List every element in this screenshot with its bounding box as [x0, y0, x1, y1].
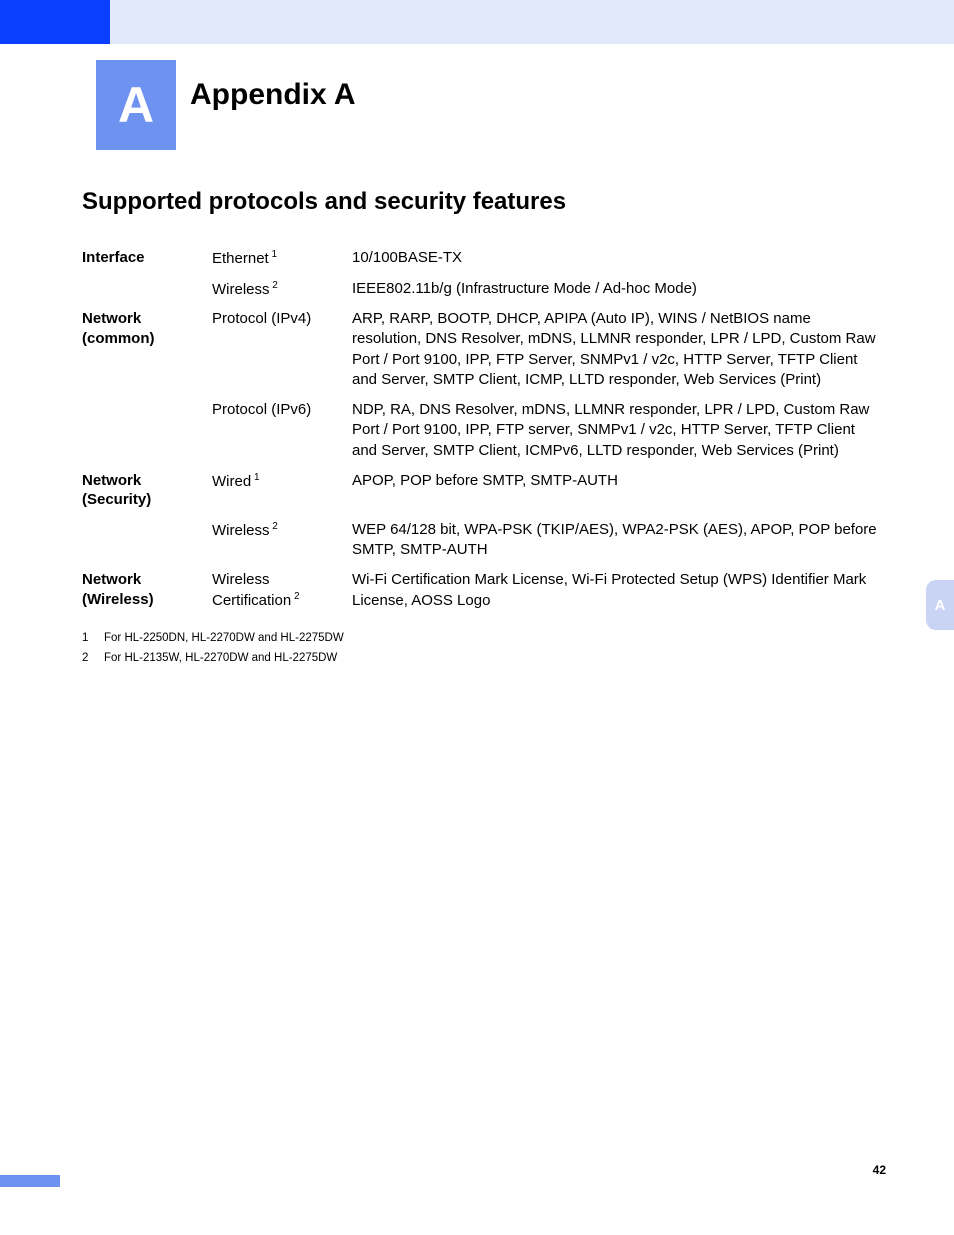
appendix-title: Appendix A — [190, 78, 356, 112]
row-label-sup: 1 — [269, 249, 277, 260]
row-label-text: Ethernet — [212, 250, 269, 267]
appendix-letter: A — [118, 76, 154, 134]
row-label-sup: 2 — [270, 521, 278, 532]
side-tab-letter: A — [935, 597, 946, 614]
table-row: Network (Security)Wired 1APOP, POP befor… — [82, 471, 882, 510]
row-label: Wireless Certification 2 — [212, 570, 352, 610]
table-row: Wireless 2WEP 64/128 bit, WPA-PSK (TKIP/… — [82, 520, 882, 561]
table-row: Protocol (IPv6) NDP, RA, DNS Resolver, mD… — [82, 400, 882, 461]
row-label-text: Wired — [212, 473, 251, 490]
row-label-text: Wireless — [212, 522, 270, 539]
footnote-text: For HL-2135W, HL-2270DW and HL-2275DW — [104, 649, 337, 667]
row-label: Protocol (IPv6) — [212, 400, 352, 420]
row-group: Network (Wireless) — [82, 570, 212, 609]
page-number: 42 — [873, 1163, 886, 1177]
row-value: ARP, RARP, BOOTP, DHCP, APIPA (Auto IP),… — [352, 309, 882, 390]
footnote-num: 2 — [82, 649, 92, 667]
footnote-text: For HL-2250DN, HL-2270DW and HL-2275DW — [104, 629, 344, 647]
footnotes: 1 For HL-2250DN, HL-2270DW and HL-2275DW 2… — [82, 629, 882, 668]
top-band — [0, 0, 954, 44]
row-label-sup: 2 — [291, 591, 299, 602]
table-row: Wireless 2IEEE802.11b/g (Infrastructure … — [82, 279, 882, 300]
bottom-accent-bar — [0, 1175, 60, 1187]
footnote: 2 For HL-2135W, HL-2270DW and HL-2275DW — [82, 649, 882, 667]
table-row: InterfaceEthernet 110/100BASE-TX — [82, 248, 882, 269]
row-label: Wireless 2 — [212, 520, 352, 541]
content-table: InterfaceEthernet 110/100BASE-TXWireless… — [82, 248, 882, 670]
row-label-text: Wireless Certification — [212, 571, 291, 609]
row-label: Wireless 2 — [212, 279, 352, 300]
row-label: Wired 1 — [212, 471, 352, 492]
row-value: 10/100BASE-TX — [352, 248, 882, 268]
row-label-text: Wireless — [212, 281, 270, 298]
row-label-text: Protocol (IPv6) — [212, 401, 311, 418]
section-title: Supported protocols and security feature… — [82, 188, 566, 216]
appendix-badge: A — [96, 60, 176, 150]
row-group: Interface — [82, 248, 212, 268]
footnote: 1 For HL-2250DN, HL-2270DW and HL-2275DW — [82, 629, 882, 647]
row-label-sup: 1 — [251, 472, 259, 483]
row-label: Protocol (IPv4) — [212, 309, 352, 329]
row-group: Network (Security) — [82, 471, 212, 510]
top-band-accent — [0, 0, 110, 44]
row-value: WEP 64/128 bit, WPA-PSK (TKIP/AES), WPA2… — [352, 520, 882, 561]
footnote-num: 1 — [82, 629, 92, 647]
row-value: NDP, RA, DNS Resolver, mDNS, LLMNR respo… — [352, 400, 882, 461]
row-value: IEEE802.11b/g (Infrastructure Mode / Ad-… — [352, 279, 882, 299]
side-tab: A — [926, 580, 954, 630]
row-label: Ethernet 1 — [212, 248, 352, 269]
row-value: APOP, POP before SMTP, SMTP-AUTH — [352, 471, 882, 491]
row-value: Wi-Fi Certification Mark License, Wi-Fi … — [352, 570, 882, 611]
row-group: Network (common) — [82, 309, 212, 348]
row-label-text: Protocol (IPv4) — [212, 310, 311, 327]
table-row: Network (Wireless)Wireless Certification… — [82, 570, 882, 611]
table-row: Network (common)Protocol (IPv4) ARP, RARP… — [82, 309, 882, 390]
row-label-sup: 2 — [270, 280, 278, 291]
